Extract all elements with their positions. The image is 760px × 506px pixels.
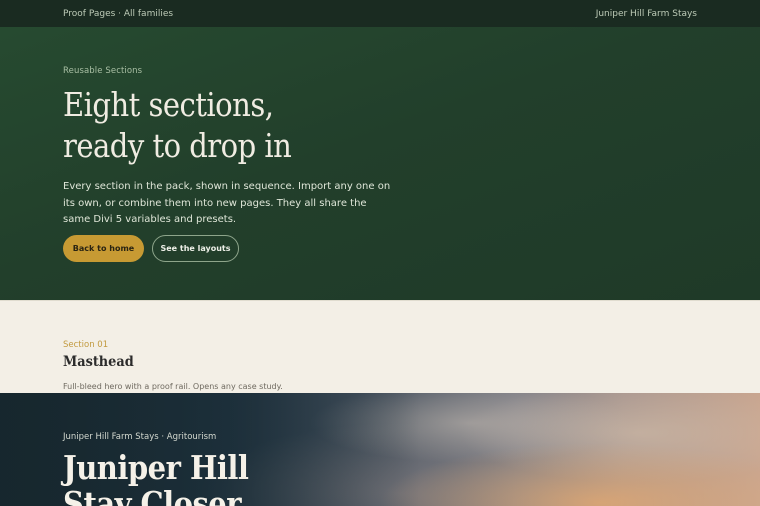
preview-title-line-2: Stay Closer bbox=[63, 484, 242, 506]
section-card: Section 01 Masthead Full-bleed hero with… bbox=[0, 300, 760, 393]
preview-title-line-1: Juniper Hill bbox=[63, 448, 249, 487]
breadcrumb-link[interactable]: Proof Pages · All families bbox=[63, 9, 173, 19]
hero-title-line-1: Eight sections, bbox=[63, 85, 274, 124]
see-layouts-button[interactable]: See the layouts bbox=[152, 235, 239, 262]
masthead-preview: Juniper Hill Farm Stays · Agritourism Ju… bbox=[0, 393, 760, 506]
section-title: Masthead bbox=[63, 354, 134, 370]
preview-title: Juniper Hill Stay Closer bbox=[63, 450, 327, 506]
hero-description: Every section in the pack, shown in sequ… bbox=[63, 181, 391, 225]
preview-eyebrow: Juniper Hill Farm Stays · Agritourism bbox=[63, 432, 217, 442]
hero-section: Reusable Sections Eight sections, ready … bbox=[0, 27, 760, 300]
hero-eyebrow: Reusable Sections bbox=[63, 66, 143, 76]
hero-title: Eight sections, ready to drop in bbox=[63, 84, 380, 166]
hero-title-line-2: ready to drop in bbox=[63, 126, 292, 165]
section-number-label: Section 01 bbox=[63, 340, 109, 350]
section-description: Full-bleed hero with a proof rail. Opens… bbox=[63, 382, 283, 391]
top-bar: Proof Pages · All families Juniper Hill … bbox=[0, 0, 760, 27]
back-to-home-button[interactable]: Back to home bbox=[63, 235, 144, 262]
site-name-link[interactable]: Juniper Hill Farm Stays bbox=[596, 9, 697, 19]
